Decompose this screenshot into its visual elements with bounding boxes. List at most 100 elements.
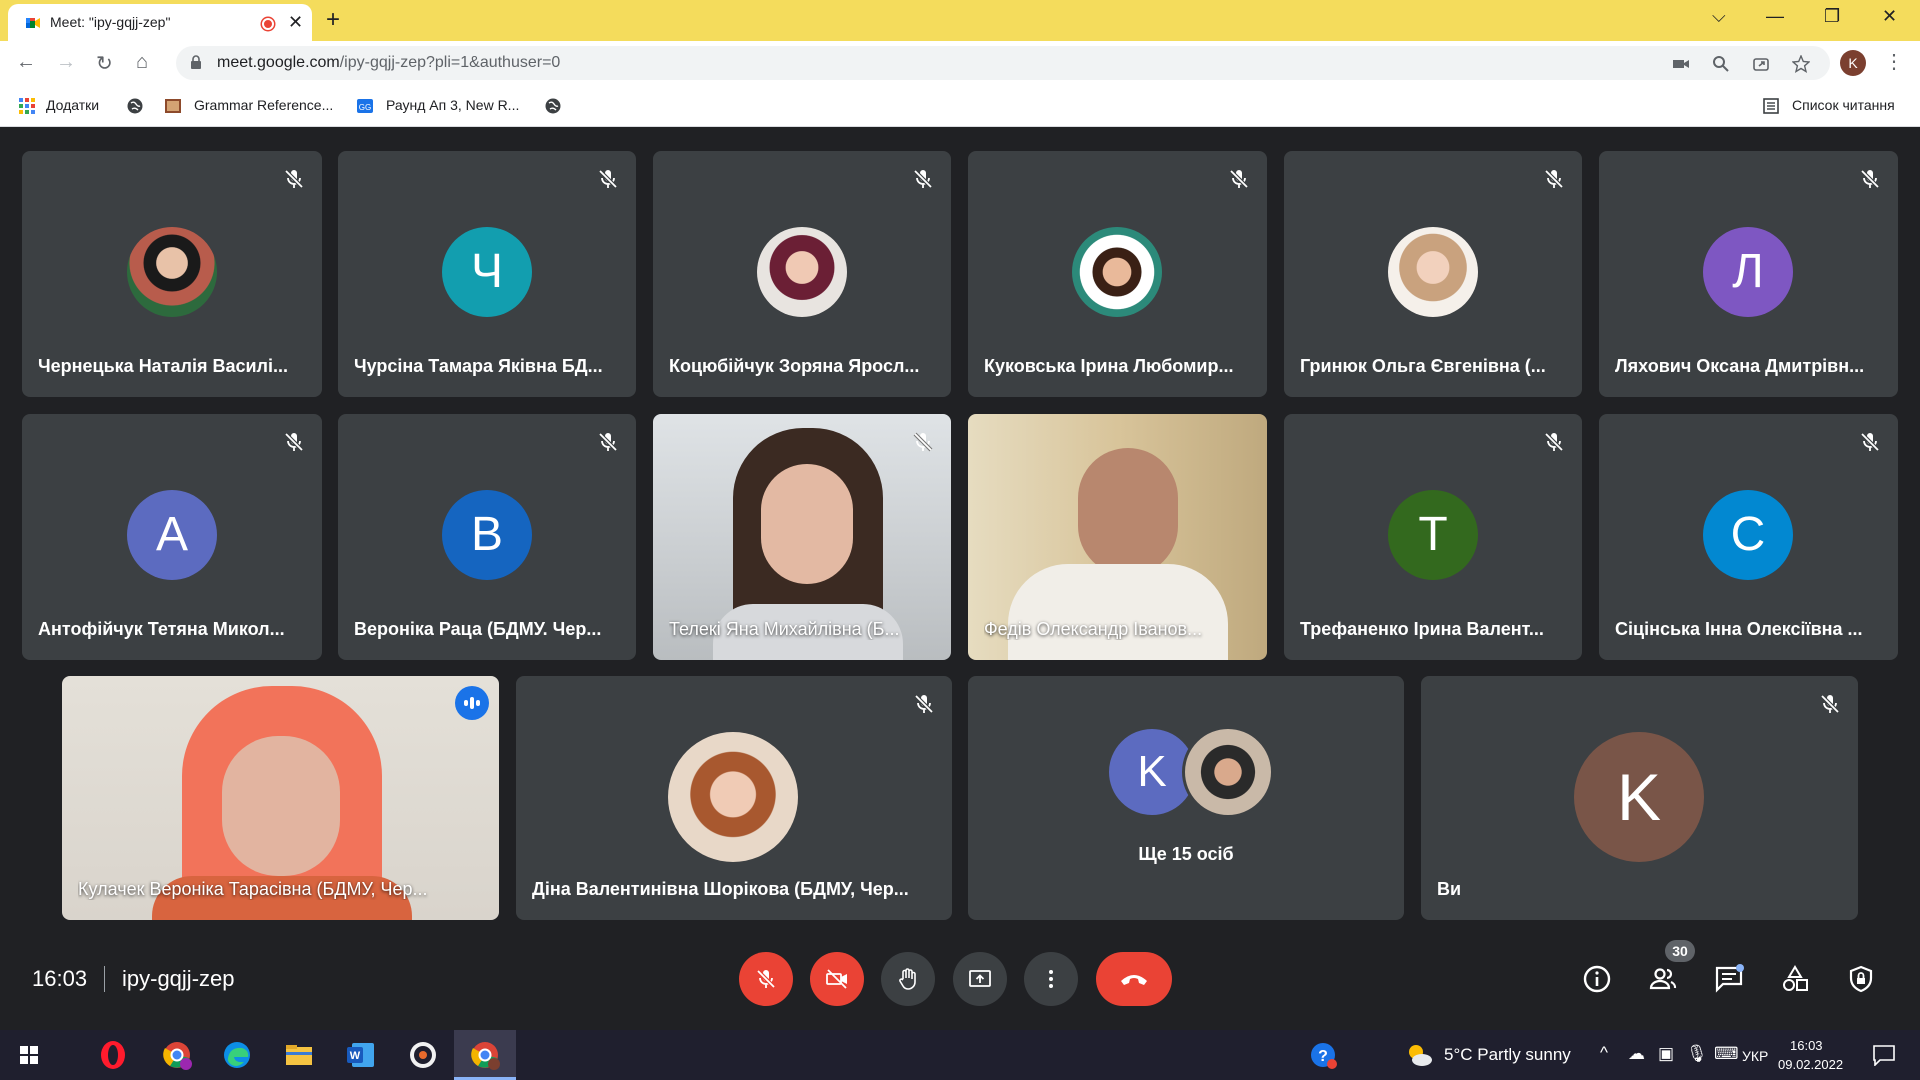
- back-button[interactable]: ←: [16, 51, 36, 74]
- others-tile[interactable]: K Ще 15 осіб: [968, 676, 1404, 920]
- close-window-button[interactable]: ✕: [1882, 6, 1897, 27]
- opera-browser-icon[interactable]: [96, 1038, 130, 1072]
- url-text: meet.google.com/ipy-gqjj-zep?pli=1&authu…: [217, 54, 560, 72]
- others-photo-avatar: [1182, 726, 1274, 818]
- participant-video-tile[interactable]: Федів Олександр Іванов...: [968, 414, 1267, 660]
- host-controls-shield-icon[interactable]: [1846, 964, 1876, 994]
- muted-mic-icon: [284, 432, 304, 452]
- toggle-camera-button[interactable]: [810, 952, 864, 1006]
- chrome-profile-icon[interactable]: [160, 1038, 194, 1072]
- leave-call-button[interactable]: [1096, 952, 1172, 1006]
- weather-text[interactable]: 5°C Partly sunny: [1444, 1045, 1571, 1065]
- participant-tile[interactable]: Л Ляхович Оксана Дмитрівн...: [1599, 151, 1898, 397]
- taskbar-date[interactable]: 09.02.2022: [1778, 1057, 1843, 1072]
- globe-icon[interactable]: [126, 97, 144, 115]
- participant-name: Чернецька Наталія Василі...: [38, 356, 288, 376]
- media-player-icon[interactable]: [406, 1038, 440, 1072]
- profile-avatar[interactable]: K: [1840, 50, 1866, 76]
- muted-mic-icon: [1229, 169, 1249, 189]
- new-tab-button[interactable]: +: [326, 6, 340, 34]
- video-person-shoulders: [1008, 564, 1228, 660]
- participant-video-tile[interactable]: Кулачек Вероніка Тарасівна (БДМУ, Чер...: [62, 676, 499, 920]
- taskbar-time[interactable]: 16:03: [1790, 1038, 1823, 1053]
- restore-button[interactable]: ❐: [1824, 6, 1840, 27]
- meeting-details-icon[interactable]: [1582, 964, 1612, 994]
- input-language[interactable]: УКР: [1742, 1048, 1768, 1064]
- participant-tile[interactable]: Ч Чурсіна Тамара Яківна БД...: [338, 151, 636, 397]
- url-path: /ipy-gqjj-zep?pli=1&authuser=0: [339, 54, 561, 71]
- self-letter-avatar: K: [1574, 732, 1704, 862]
- reload-button[interactable]: ↻: [96, 51, 113, 76]
- weather-partly-sunny-icon[interactable]: [1404, 1040, 1434, 1070]
- participant-name: Антофійчук Тетяна Микол...: [38, 619, 285, 639]
- chrome-active-icon: [471, 1042, 500, 1070]
- chat-icon[interactable]: [1714, 964, 1744, 994]
- self-name: Ви: [1437, 879, 1462, 899]
- browser-tab-meet[interactable]: Meet: "ipy-gqjj-zep" ✕: [8, 4, 312, 41]
- participant-photo-avatar: [127, 227, 217, 317]
- taskbar-active-chrome[interactable]: [454, 1030, 516, 1080]
- participant-tile[interactable]: Гринюк Ольга Євгенівна (...: [1284, 151, 1582, 397]
- keyboard-icon[interactable]: ⌨: [1714, 1044, 1739, 1064]
- participant-tile[interactable]: Т Трефаненко Ірина Валент...: [1284, 414, 1582, 660]
- participant-video-tile[interactable]: Телекі Яна Михайлівна (Б...: [653, 414, 951, 660]
- camera-in-use-icon[interactable]: [1672, 55, 1690, 73]
- people-icon[interactable]: [1648, 964, 1678, 994]
- raise-hand-icon: [899, 968, 916, 990]
- participant-tile[interactable]: Коцюбійчук Зоряна Яросл...: [653, 151, 951, 397]
- home-button[interactable]: ⌂: [136, 51, 148, 74]
- participant-tile[interactable]: Діна Валентинівна Шорікова (БДМУ, Чер...: [516, 676, 952, 920]
- show-hidden-icons-chevron-icon[interactable]: ^: [1600, 1043, 1608, 1063]
- address-bar[interactable]: meet.google.com/ipy-gqjj-zep?pli=1&authu…: [176, 46, 1830, 80]
- windows-taskbar: W ? 5°C Partly sunny ^ ☁ ▣ 🎙 ⌨ УКР 16:03…: [0, 1030, 1920, 1080]
- participant-name: Куковська Ірина Любомир...: [984, 356, 1234, 376]
- zoom-icon[interactable]: [1712, 55, 1730, 73]
- participant-tile[interactable]: А Антофійчук Тетяна Микол...: [22, 414, 322, 660]
- participant-tile[interactable]: Куковська Ірина Любомир...: [968, 151, 1267, 397]
- globe-icon[interactable]: [544, 97, 562, 115]
- cloud-sync-icon[interactable]: ☁: [1628, 1044, 1645, 1064]
- browser-menu-icon[interactable]: ⋮: [1884, 49, 1904, 74]
- file-explorer-icon[interactable]: [282, 1038, 316, 1072]
- edge-browser-icon[interactable]: [220, 1038, 254, 1072]
- forward-button[interactable]: →: [56, 51, 76, 74]
- bookmark-round-up[interactable]: Раунд Ап 3, New R...: [386, 97, 519, 113]
- divider: [104, 966, 105, 992]
- present-screen-button[interactable]: [953, 952, 1007, 1006]
- share-icon[interactable]: [1752, 55, 1770, 73]
- notifications-icon[interactable]: [1872, 1044, 1896, 1066]
- bookmark-grammar-reference[interactable]: Grammar Reference...: [194, 97, 333, 113]
- muted-mic-icon: [1544, 432, 1564, 452]
- google-meet-icon: [26, 18, 40, 28]
- speaking-indicator-icon: [455, 686, 489, 720]
- participant-tile[interactable]: В Вероніка Раца (БДМУ. Чер...: [338, 414, 636, 660]
- windows-start-icon[interactable]: [12, 1038, 46, 1072]
- present-icon: [969, 970, 991, 987]
- muted-mic-icon: [1820, 694, 1840, 714]
- bookmark-star-icon[interactable]: [1792, 55, 1810, 73]
- participant-tile[interactable]: Чернецька Наталія Василі...: [22, 151, 322, 397]
- tab-search-chevron-icon[interactable]: ⌵: [1712, 6, 1726, 27]
- close-tab-icon[interactable]: ✕: [288, 12, 303, 33]
- more-options-button[interactable]: [1024, 952, 1078, 1006]
- video-person-face: [222, 736, 340, 876]
- participant-letter-avatar: Ч: [442, 227, 532, 317]
- raise-hand-button[interactable]: [881, 952, 935, 1006]
- self-tile[interactable]: K Ви: [1421, 676, 1858, 920]
- minimize-button[interactable]: —: [1766, 6, 1784, 27]
- toggle-microphone-button[interactable]: [739, 952, 793, 1006]
- participant-name: Гринюк Ольга Євгенівна (...: [1300, 356, 1546, 376]
- word-icon[interactable]: W: [344, 1038, 378, 1072]
- recording-indicator-icon: [262, 18, 274, 30]
- reading-list-label[interactable]: Список читання: [1792, 97, 1895, 113]
- participant-tile[interactable]: С Сіцінська Інна Олексіївна ...: [1599, 414, 1898, 660]
- activities-icon[interactable]: [1780, 964, 1810, 994]
- apps-grid-icon[interactable]: [18, 97, 36, 115]
- help-icon[interactable]: ?: [1308, 1040, 1338, 1070]
- url-host: meet.google.com: [217, 54, 340, 71]
- reading-list-icon[interactable]: [1762, 97, 1780, 115]
- bookmark-apps[interactable]: Додатки: [46, 97, 99, 113]
- camera-tray-icon[interactable]: ▣: [1658, 1044, 1674, 1064]
- participant-name: Сіцінська Інна Олексіївна ...: [1615, 619, 1863, 639]
- microphone-tray-icon[interactable]: 🎙: [1686, 1044, 1708, 1064]
